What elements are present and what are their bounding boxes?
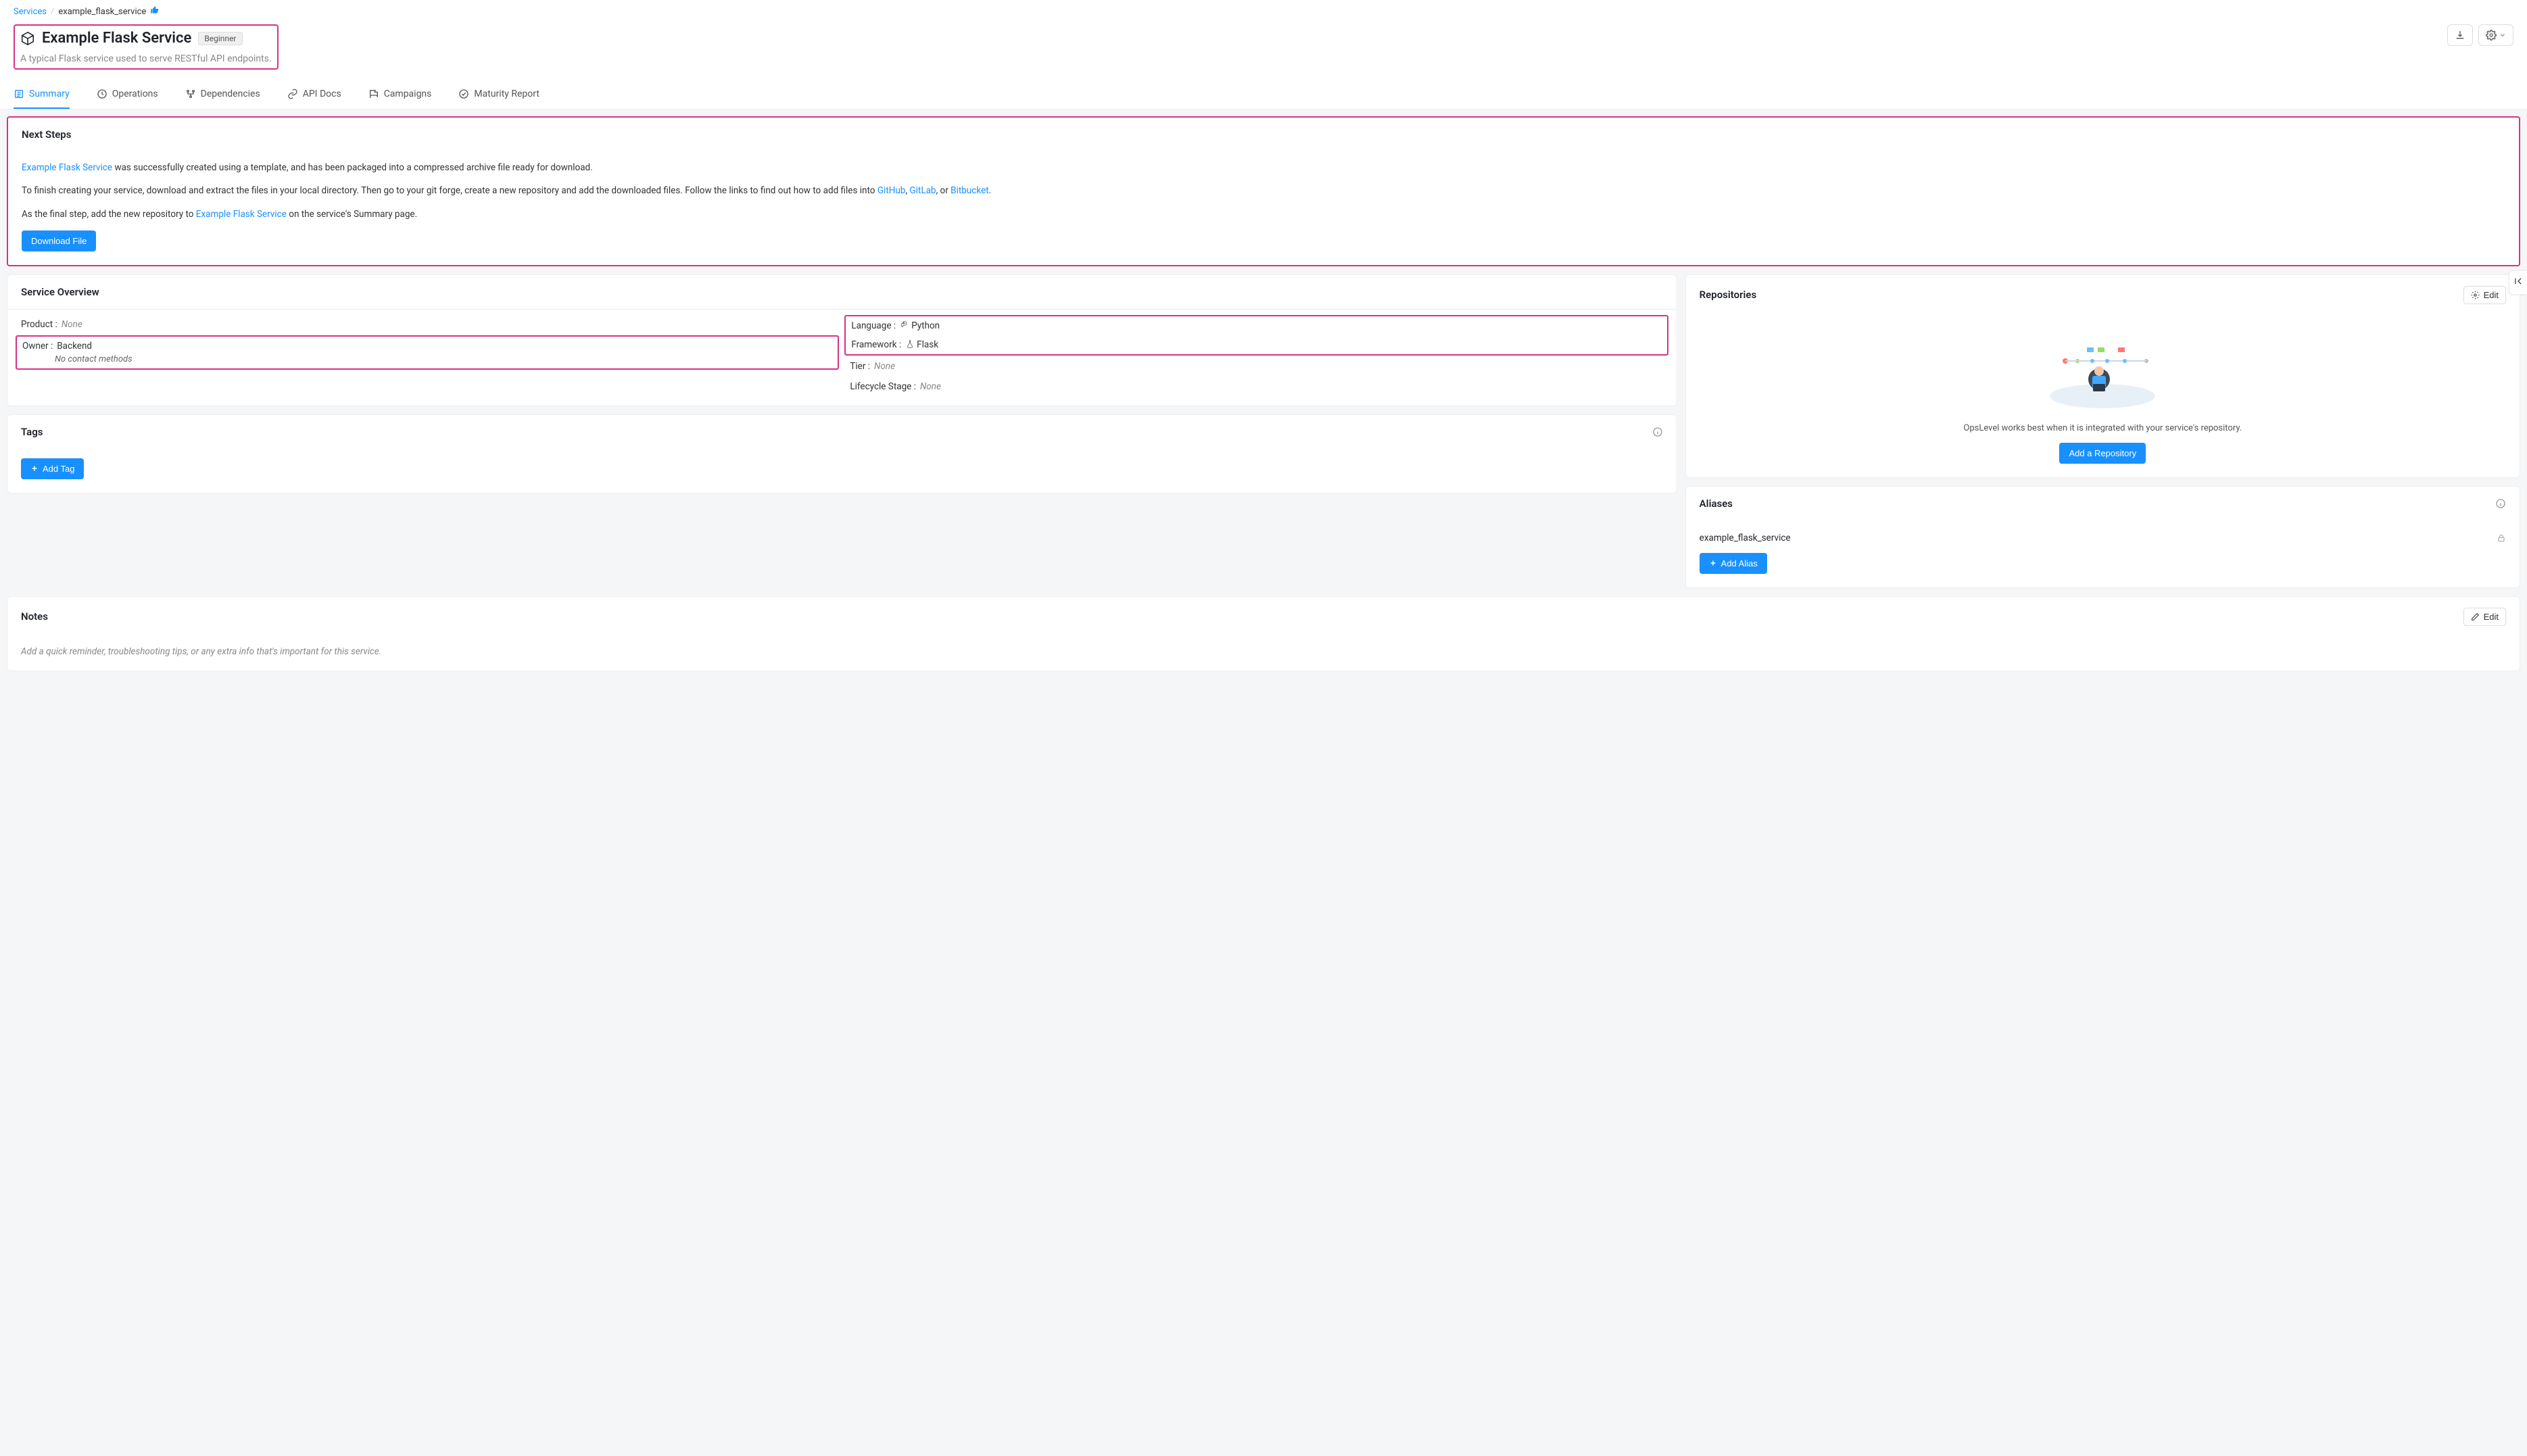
tab-maturity-report[interactable]: Maturity Report	[458, 82, 539, 109]
maturity-icon	[458, 89, 469, 99]
collapse-icon	[2513, 276, 2523, 286]
next-steps-p2: To finish creating your service, downloa…	[22, 184, 2505, 197]
add-tag-button[interactable]: Add Tag	[21, 458, 84, 479]
flask-icon	[905, 339, 915, 349]
download-file-button[interactable]: Download File	[22, 230, 96, 251]
level-badge: Beginner	[198, 32, 242, 45]
tags-card: Tags Add Tag	[7, 414, 1677, 493]
language-label: Language :	[851, 320, 896, 331]
github-link[interactable]: GitHub	[877, 185, 906, 196]
service-link-2[interactable]: Example Flask Service	[196, 209, 287, 220]
chevron-down-icon	[2499, 32, 2506, 39]
language-value: Python	[900, 320, 940, 331]
next-steps-p1: Example Flask Service was successfully c…	[22, 161, 2505, 174]
plus-icon	[30, 464, 39, 472]
edit-notes-button[interactable]: Edit	[2463, 608, 2506, 626]
page-description: A typical Flask service used to serve RE…	[20, 53, 272, 64]
notes-title: Notes	[21, 610, 48, 623]
tier-value: None	[874, 361, 895, 372]
gitlab-link[interactable]: GitLab	[909, 185, 936, 196]
thumb-icon[interactable]	[150, 5, 160, 18]
pencil-icon	[2471, 612, 2480, 621]
repositories-card: Repositories Edit	[1685, 274, 2520, 478]
product-row: Product : None	[21, 319, 834, 330]
campaigns-icon	[368, 89, 379, 99]
service-icon	[20, 31, 35, 46]
edit-repositories-button[interactable]: Edit	[2463, 286, 2506, 304]
python-icon	[900, 320, 909, 330]
repositories-title: Repositories	[1700, 289, 1757, 301]
owner-label: Owner :	[22, 341, 53, 351]
notes-placeholder: Add a quick reminder, troubleshooting ti…	[21, 646, 2506, 657]
api-docs-icon	[287, 89, 298, 99]
gear-icon	[2486, 30, 2497, 41]
page-title: Example Flask Service	[42, 30, 191, 47]
tab-label: Maturity Report	[474, 89, 539, 99]
service-overview-card: Service Overview Product : None Owner :	[7, 274, 1677, 406]
tab-dependencies[interactable]: Dependencies	[185, 82, 260, 109]
service-overview-title: Service Overview	[7, 275, 1677, 310]
add-repository-button[interactable]: Add a Repository	[2059, 443, 2146, 464]
page-header: Example Flask Service Beginner A typical…	[14, 24, 279, 70]
bitbucket-link[interactable]: Bitbucket	[950, 185, 989, 196]
tier-label: Tier :	[850, 361, 870, 372]
breadcrumb-current: example_flask_service	[58, 7, 146, 17]
tab-label: API Docs	[303, 89, 341, 99]
operations-icon	[97, 89, 107, 99]
lang-framework-box: Language : Python Framework : Flask	[844, 315, 1668, 356]
breadcrumb-root[interactable]: Services	[14, 7, 47, 17]
lifecycle-value: None	[920, 381, 941, 392]
tab-operations[interactable]: Operations	[97, 82, 158, 109]
tabs: Summary Operations Dependencies API Docs…	[0, 82, 2527, 110]
owner-link[interactable]: Backend	[57, 341, 92, 351]
lifecycle-label: Lifecycle Stage :	[850, 381, 916, 392]
summary-icon	[14, 89, 24, 99]
gear-icon	[2471, 291, 2480, 299]
framework-value: Flask	[905, 339, 938, 350]
tier-row: Tier : None	[850, 361, 1662, 372]
owner-contact-note: No contact methods	[55, 354, 832, 364]
repositories-empty-text: OpsLevel works best when it is integrate…	[1700, 423, 2506, 433]
lifecycle-row: Lifecycle Stage : None	[850, 381, 1662, 392]
service-link[interactable]: Example Flask Service	[22, 162, 112, 173]
next-steps-title: Next Steps	[8, 118, 2519, 151]
info-icon[interactable]	[1652, 427, 1663, 437]
lock-icon	[2497, 533, 2506, 543]
tab-campaigns[interactable]: Campaigns	[368, 82, 432, 109]
next-steps-card: Next Steps Example Flask Service was suc…	[7, 116, 2520, 266]
add-alias-button[interactable]: Add Alias	[1700, 553, 1767, 574]
tab-api-docs[interactable]: API Docs	[287, 82, 341, 109]
owner-box: Owner : Backend No contact methods	[16, 335, 839, 370]
repository-illustration	[2045, 329, 2160, 410]
alias-item: example_flask_service	[1700, 530, 2506, 553]
settings-button[interactable]	[2478, 24, 2513, 46]
tab-label: Campaigns	[384, 89, 432, 99]
framework-label: Framework :	[851, 339, 901, 350]
alias-value: example_flask_service	[1700, 533, 1791, 543]
tab-label: Dependencies	[201, 89, 260, 99]
collapse-sidebar-button[interactable]	[2509, 270, 2527, 295]
product-value: None	[62, 319, 82, 330]
tab-summary[interactable]: Summary	[14, 82, 70, 109]
info-icon[interactable]	[2495, 498, 2506, 509]
aliases-title: Aliases	[1700, 498, 1733, 510]
dependencies-icon	[185, 89, 196, 99]
tab-label: Summary	[29, 89, 70, 99]
plus-icon	[1709, 559, 1717, 567]
breadcrumb: Services / example_flask_service	[0, 0, 2527, 18]
next-steps-p3: As the final step, add the new repositor…	[22, 208, 2505, 221]
aliases-card: Aliases example_flask_service Add Alias	[1685, 486, 2520, 588]
download-icon	[2455, 30, 2465, 41]
breadcrumb-separator: /	[51, 7, 54, 17]
tab-label: Operations	[112, 89, 158, 99]
notes-card: Notes Edit Add a quick reminder, trouble…	[7, 596, 2520, 671]
tags-title: Tags	[21, 426, 43, 438]
product-label: Product :	[21, 319, 57, 330]
download-button[interactable]	[2447, 24, 2473, 46]
